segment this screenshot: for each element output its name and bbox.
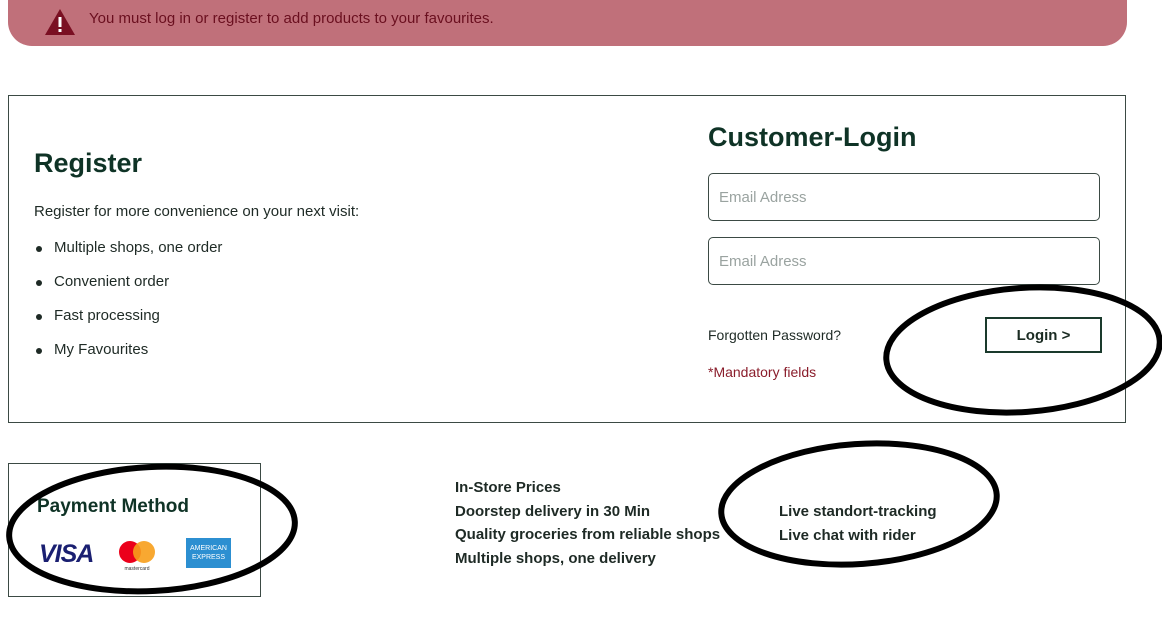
email-field[interactable] <box>708 173 1100 221</box>
warning-icon <box>45 9 75 35</box>
alert-message: You must log in or register to add produ… <box>89 10 494 27</box>
mandatory-fields-note: *Mandatory fields <box>708 364 817 380</box>
login-register-panel: Register Register for more convenience o… <box>8 95 1126 423</box>
feature-item: Live standort-tracking <box>779 503 937 520</box>
list-item: Convenient order <box>34 273 222 307</box>
register-benefits-list: Multiple shops, one order Convenient ord… <box>34 239 222 375</box>
register-intro: Register for more convenience on your ne… <box>34 203 360 220</box>
forgot-password-link[interactable]: Forgotten Password? <box>708 327 841 343</box>
payment-method-panel: Payment Method VISA mastercard AMERICAN … <box>8 463 261 597</box>
feature-item: Quality groceries from reliable shops <box>455 526 721 543</box>
feature-item: Live chat with rider <box>779 526 916 544</box>
feature-item: Multiple shops, one delivery <box>455 549 656 567</box>
mastercard-logo: mastercard <box>119 541 155 571</box>
features-column-1: In-Store Prices Doorstep delivery in 30 … <box>455 476 720 570</box>
login-button[interactable]: Login > <box>985 317 1102 353</box>
list-item: Fast processing <box>34 307 222 341</box>
register-title: Register <box>34 148 143 178</box>
login-required-alert: You must log in or register to add produ… <box>8 0 1127 46</box>
amex-logo: AMERICAN EXPRESS <box>186 538 231 568</box>
visa-logo: VISA <box>39 540 94 568</box>
customer-login-title: Customer-Login <box>708 122 917 152</box>
list-item: Multiple shops, one order <box>34 239 222 273</box>
mastercard-label: mastercard <box>124 566 149 571</box>
password-field[interactable] <box>708 237 1100 285</box>
payment-method-title: Payment Method <box>37 496 190 517</box>
list-item: My Favourites <box>34 341 222 375</box>
feature-item: In-Store Prices <box>455 479 561 496</box>
feature-item: Doorstep delivery in 30 Min <box>455 502 651 520</box>
features-column-2: Live standort-tracking Live chat with ri… <box>779 500 937 547</box>
